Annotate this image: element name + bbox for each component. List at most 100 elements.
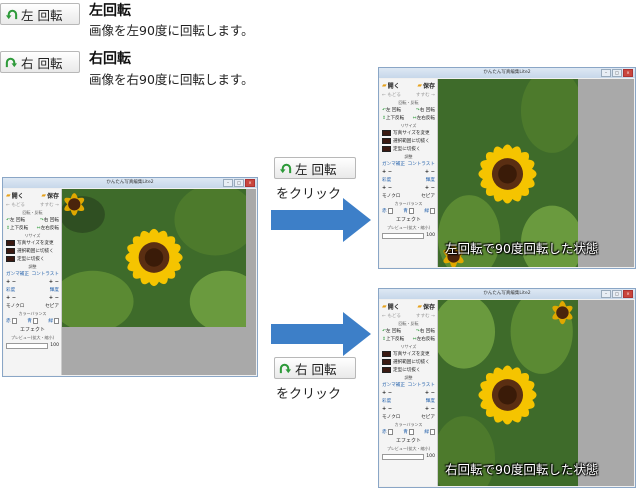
- window-controls: – □ ×: [601, 69, 633, 77]
- crop-selection-button[interactable]: 選択範囲に切抜く: [6, 248, 59, 254]
- effect-button[interactable]: エフェクト: [382, 437, 435, 444]
- minimize-icon[interactable]: –: [601, 69, 611, 77]
- brightness-plus-minus[interactable]: + −: [49, 295, 59, 301]
- red-field[interactable]: 赤: [6, 318, 17, 324]
- brightness-plus-minus[interactable]: + −: [425, 185, 435, 191]
- open-button[interactable]: ▰ 開く: [382, 81, 400, 90]
- zoom-slider[interactable]: [382, 233, 425, 239]
- redo-button[interactable]: すすむ →: [40, 202, 59, 208]
- legend-rotate-left-button[interactable]: 左 回転: [0, 3, 80, 25]
- flip-horizontal-button[interactable]: ⇔左右反転: [413, 115, 435, 121]
- tool-panel: ▰ 開く ▰ 保存 ← もどる すすむ → 回転・反転 ↶左 回転 ↷右 回転 ⇕上下反転…: [380, 300, 438, 486]
- mono-button[interactable]: モノクロ: [382, 193, 400, 199]
- color-balance-heading: カラーバランス: [394, 422, 423, 427]
- rotate-left-button[interactable]: ↶左 回転: [382, 107, 401, 113]
- undo-button[interactable]: ← もどる: [382, 313, 401, 319]
- redo-button[interactable]: すすむ →: [416, 92, 435, 98]
- maximize-icon[interactable]: □: [234, 179, 244, 187]
- step-rotate-right-button[interactable]: 右 回転: [274, 357, 356, 379]
- step-rotate-left-button[interactable]: 左 回転: [274, 157, 356, 179]
- mono-button[interactable]: モノクロ: [382, 414, 400, 420]
- open-button[interactable]: ▰ 開く: [6, 191, 24, 200]
- blue-field[interactable]: 緑: [424, 429, 435, 435]
- green-field[interactable]: 青: [27, 318, 38, 324]
- gamma-plus-minus[interactable]: + −: [382, 390, 392, 396]
- right-rotated-app-window: かんたん写真編集Lite2 – □ × ▰ 開く ▰ 保存 ← もどる すすむ → 回転・反…: [378, 288, 636, 488]
- crop-selection-button[interactable]: 選択範囲に切抜く: [382, 359, 435, 365]
- legend-rotate-left-desc: 画像を左90度に回転します。: [89, 23, 254, 38]
- rotate-right-button[interactable]: ↷右 回転: [416, 328, 435, 334]
- redo-button[interactable]: すすむ →: [416, 313, 435, 319]
- rotate-right-button[interactable]: ↷右 回転: [40, 217, 59, 223]
- save-button[interactable]: ▰ 保存: [417, 302, 435, 311]
- green-field[interactable]: 青: [403, 208, 414, 214]
- image-canvas: [62, 189, 256, 375]
- step-rotate-right-label: 右 回転: [295, 361, 337, 377]
- mono-button[interactable]: モノクロ: [6, 303, 24, 309]
- flip-vertical-button[interactable]: ⇕上下反転: [382, 115, 404, 121]
- brightness-plus-minus[interactable]: + −: [425, 406, 435, 412]
- left-rotation-status-label: 左回転で90度回転した状態: [445, 241, 599, 256]
- saturation-plus-minus[interactable]: + −: [6, 295, 16, 301]
- sepia-button[interactable]: セピア: [45, 303, 59, 309]
- zoom-slider[interactable]: [6, 343, 49, 349]
- close-icon[interactable]: ×: [245, 179, 255, 187]
- crop-fixed-button[interactable]: 定型に切抜く: [382, 367, 435, 373]
- undo-button[interactable]: ← もどる: [382, 92, 401, 98]
- close-icon[interactable]: ×: [623, 69, 633, 77]
- open-button[interactable]: ▰ 開く: [382, 302, 400, 311]
- legend-rotate-right-button[interactable]: 右 回転: [0, 51, 80, 73]
- flip-vertical-button[interactable]: ⇕上下反転: [6, 225, 28, 231]
- close-icon[interactable]: ×: [623, 290, 633, 298]
- rotate-right-button[interactable]: ↷右 回転: [416, 107, 435, 113]
- swatch-icon: [382, 138, 391, 144]
- sepia-button[interactable]: セピア: [421, 193, 435, 199]
- gamma-plus-minus[interactable]: + −: [382, 169, 392, 175]
- contrast-plus-minus[interactable]: + −: [425, 169, 435, 175]
- arrow-to-right-result: [271, 312, 371, 356]
- zoom-value: 100: [426, 233, 435, 238]
- saturation-plus-minus[interactable]: + −: [382, 185, 392, 191]
- maximize-icon[interactable]: □: [612, 290, 622, 298]
- effect-button[interactable]: エフェクト: [382, 216, 435, 223]
- saturation-plus-minus[interactable]: + −: [382, 406, 392, 412]
- flip-vertical-button[interactable]: ⇕上下反転: [382, 336, 404, 342]
- step-left-click-label: をクリック: [276, 187, 342, 202]
- crop-selection-button[interactable]: 選択範囲に切抜く: [382, 138, 435, 144]
- blue-field[interactable]: 緑: [424, 208, 435, 214]
- gamma-plus-minus[interactable]: + −: [6, 279, 16, 285]
- sunflower-photo: [62, 189, 246, 327]
- minimize-icon[interactable]: –: [601, 290, 611, 298]
- rotate-right-icon: [279, 363, 292, 373]
- red-field[interactable]: 赤: [382, 208, 393, 214]
- resize-photo-button[interactable]: 写真サイズを変更: [382, 130, 435, 136]
- folder-icon: ▰: [382, 82, 387, 89]
- undo-button[interactable]: ← もどる: [6, 202, 25, 208]
- save-button[interactable]: ▰ 保存: [41, 191, 59, 200]
- contrast-plus-minus[interactable]: + −: [49, 279, 59, 285]
- crop-fixed-button[interactable]: 定型に切抜く: [6, 256, 59, 262]
- resize-photo-button[interactable]: 写真サイズを変更: [382, 351, 435, 357]
- swatch-icon: [382, 146, 391, 152]
- sepia-button[interactable]: セピア: [421, 414, 435, 420]
- window-controls: – □ ×: [223, 179, 255, 187]
- zoom-slider[interactable]: [382, 454, 425, 460]
- brightness-label: 輝度: [49, 288, 59, 293]
- red-field[interactable]: 赤: [382, 429, 393, 435]
- flip-horizontal-button[interactable]: ⇔左右反転: [37, 225, 59, 231]
- minimize-icon[interactable]: –: [223, 179, 233, 187]
- rotate-left-button[interactable]: ↶左 回転: [382, 328, 401, 334]
- resize-photo-button[interactable]: 写真サイズを変更: [6, 240, 59, 246]
- save-button[interactable]: ▰ 保存: [417, 81, 435, 90]
- effect-button[interactable]: エフェクト: [6, 326, 59, 333]
- blue-field[interactable]: 緑: [48, 318, 59, 324]
- brightness-label: 輝度: [425, 178, 435, 183]
- crop-fixed-button[interactable]: 定型に切抜く: [382, 146, 435, 152]
- maximize-icon[interactable]: □: [612, 69, 622, 77]
- swatch-icon: [6, 248, 15, 254]
- green-field[interactable]: 青: [403, 429, 414, 435]
- gamma-label: ガンマ補正: [382, 383, 405, 388]
- contrast-plus-minus[interactable]: + −: [425, 390, 435, 396]
- flip-horizontal-button[interactable]: ⇔左右反転: [413, 336, 435, 342]
- rotate-left-button[interactable]: ↶左 回転: [6, 217, 25, 223]
